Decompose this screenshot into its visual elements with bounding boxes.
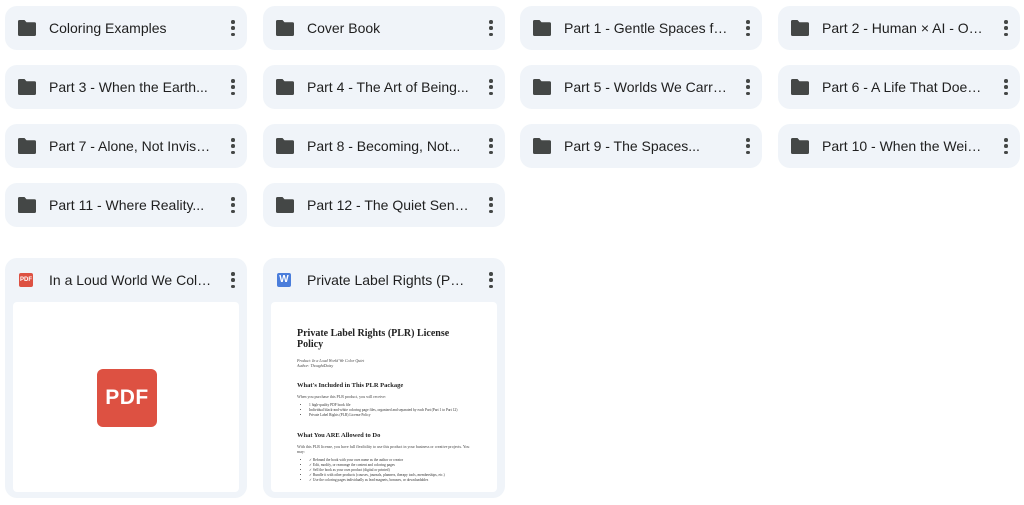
doc-paragraph: When you purchase this PLR product, you …	[297, 394, 386, 399]
more-options-icon[interactable]	[231, 272, 235, 288]
folder-icon	[532, 137, 552, 155]
more-options-icon[interactable]	[231, 79, 235, 95]
doc-section-heading: What's Included in This PLR Package	[297, 382, 404, 389]
doc-list-item: ✓ Use the coloring pages individually as…	[309, 478, 477, 483]
word-doc-icon: W	[277, 273, 291, 287]
folder-icon	[275, 196, 295, 214]
folder-name: Part 10 - When the Weigh...	[822, 138, 986, 154]
more-options-icon[interactable]	[1004, 20, 1008, 36]
more-options-icon[interactable]	[746, 138, 750, 154]
folder-name: Part 1 - Gentle Spaces for...	[564, 20, 728, 36]
folder-name: Part 8 - Becoming, Not...	[307, 138, 461, 154]
folder-tile[interactable]: Part 7 - Alone, Not Invisible	[5, 124, 247, 168]
folder-tile[interactable]: Part 3 - When the Earth...	[5, 65, 247, 109]
folder-icon	[17, 137, 37, 155]
folder-icon	[790, 137, 810, 155]
folder-tile[interactable]: Part 11 - Where Reality...	[5, 183, 247, 227]
folder-icon	[790, 78, 810, 96]
folder-tile[interactable]: Cover Book	[263, 6, 505, 50]
folder-name: Part 2 - Human × AI - One...	[822, 20, 986, 36]
more-options-icon[interactable]	[489, 20, 493, 36]
folder-tile[interactable]: Part 5 - Worlds We Carry...	[520, 65, 762, 109]
folder-icon	[275, 78, 295, 96]
file-card-pdf[interactable]: PDF In a Loud World We Color... PDF	[5, 258, 247, 498]
doc-section-heading: What You ARE Allowed to Do	[297, 432, 381, 439]
doc-list: ✓ Rebrand the book with your own name as…	[297, 458, 477, 483]
more-options-icon[interactable]	[489, 138, 493, 154]
folder-tile[interactable]: Part 4 - The Art of Being...	[263, 65, 505, 109]
file-thumbnail[interactable]: Private Label Rights (PLR) License Polic…	[271, 302, 497, 492]
doc-author-line: Author: ThoughtDaisy	[297, 363, 334, 368]
file-card-header[interactable]: PDF In a Loud World We Color...	[5, 258, 247, 302]
folder-icon	[532, 19, 552, 37]
folder-tile[interactable]: Part 12 - The Quiet Sense...	[263, 183, 505, 227]
folder-name: Cover Book	[307, 20, 381, 36]
more-options-icon[interactable]	[231, 20, 235, 36]
folder-tile[interactable]: Part 1 - Gentle Spaces for...	[520, 6, 762, 50]
folder-tile[interactable]: Part 9 - The Spaces...	[520, 124, 762, 168]
folder-name: Part 11 - Where Reality...	[49, 197, 205, 213]
more-options-icon[interactable]	[746, 79, 750, 95]
folder-name: Part 5 - Worlds We Carry...	[564, 79, 728, 95]
folder-name: Part 4 - The Art of Being...	[307, 79, 469, 95]
folder-icon	[17, 19, 37, 37]
more-options-icon[interactable]	[1004, 138, 1008, 154]
pdf-icon: PDF	[19, 273, 33, 287]
folder-name: Part 12 - The Quiet Sense...	[307, 197, 471, 213]
folder-name: Coloring Examples	[49, 20, 167, 36]
more-options-icon[interactable]	[231, 197, 235, 213]
folder-tile[interactable]: Part 10 - When the Weigh...	[778, 124, 1020, 168]
folder-icon	[17, 196, 37, 214]
more-options-icon[interactable]	[746, 20, 750, 36]
file-card-header[interactable]: W Private Label Rights (PLR)...	[263, 258, 505, 302]
folder-tile[interactable]: Coloring Examples	[5, 6, 247, 50]
doc-list-item: Private Label Rights (PLR) License Polic…	[309, 413, 477, 418]
folder-name: Part 3 - When the Earth...	[49, 79, 208, 95]
folder-tile[interactable]: Part 6 - A Life That Doesn...	[778, 65, 1020, 109]
more-options-icon[interactable]	[231, 138, 235, 154]
doc-title: Private Label Rights (PLR) License Polic…	[297, 328, 450, 350]
folder-icon	[275, 137, 295, 155]
more-options-icon[interactable]	[489, 79, 493, 95]
file-thumbnail[interactable]: PDF	[13, 302, 239, 492]
file-name: In a Loud World We Color...	[49, 272, 213, 288]
more-options-icon[interactable]	[489, 272, 493, 288]
file-card-doc[interactable]: W Private Label Rights (PLR)... Private …	[263, 258, 505, 498]
folder-tile[interactable]: Part 2 - Human × AI - One...	[778, 6, 1020, 50]
folder-icon	[275, 19, 295, 37]
folder-name: Part 9 - The Spaces...	[564, 138, 700, 154]
document-preview: Private Label Rights (PLR) License Polic…	[297, 328, 477, 483]
folder-name: Part 7 - Alone, Not Invisible	[49, 138, 213, 154]
more-options-icon[interactable]	[489, 197, 493, 213]
file-name: Private Label Rights (PLR)...	[307, 272, 471, 288]
more-options-icon[interactable]	[1004, 79, 1008, 95]
folder-tile[interactable]: Part 8 - Becoming, Not...	[263, 124, 505, 168]
doc-paragraph: With this PLR license, you have full fle…	[297, 444, 470, 454]
doc-list: 1 high-quality PDF book file Individual …	[297, 403, 477, 418]
folder-icon	[790, 19, 810, 37]
folder-icon	[532, 78, 552, 96]
folder-name: Part 6 - A Life That Doesn...	[822, 79, 986, 95]
pdf-icon: PDF	[97, 369, 157, 427]
folder-icon	[17, 78, 37, 96]
